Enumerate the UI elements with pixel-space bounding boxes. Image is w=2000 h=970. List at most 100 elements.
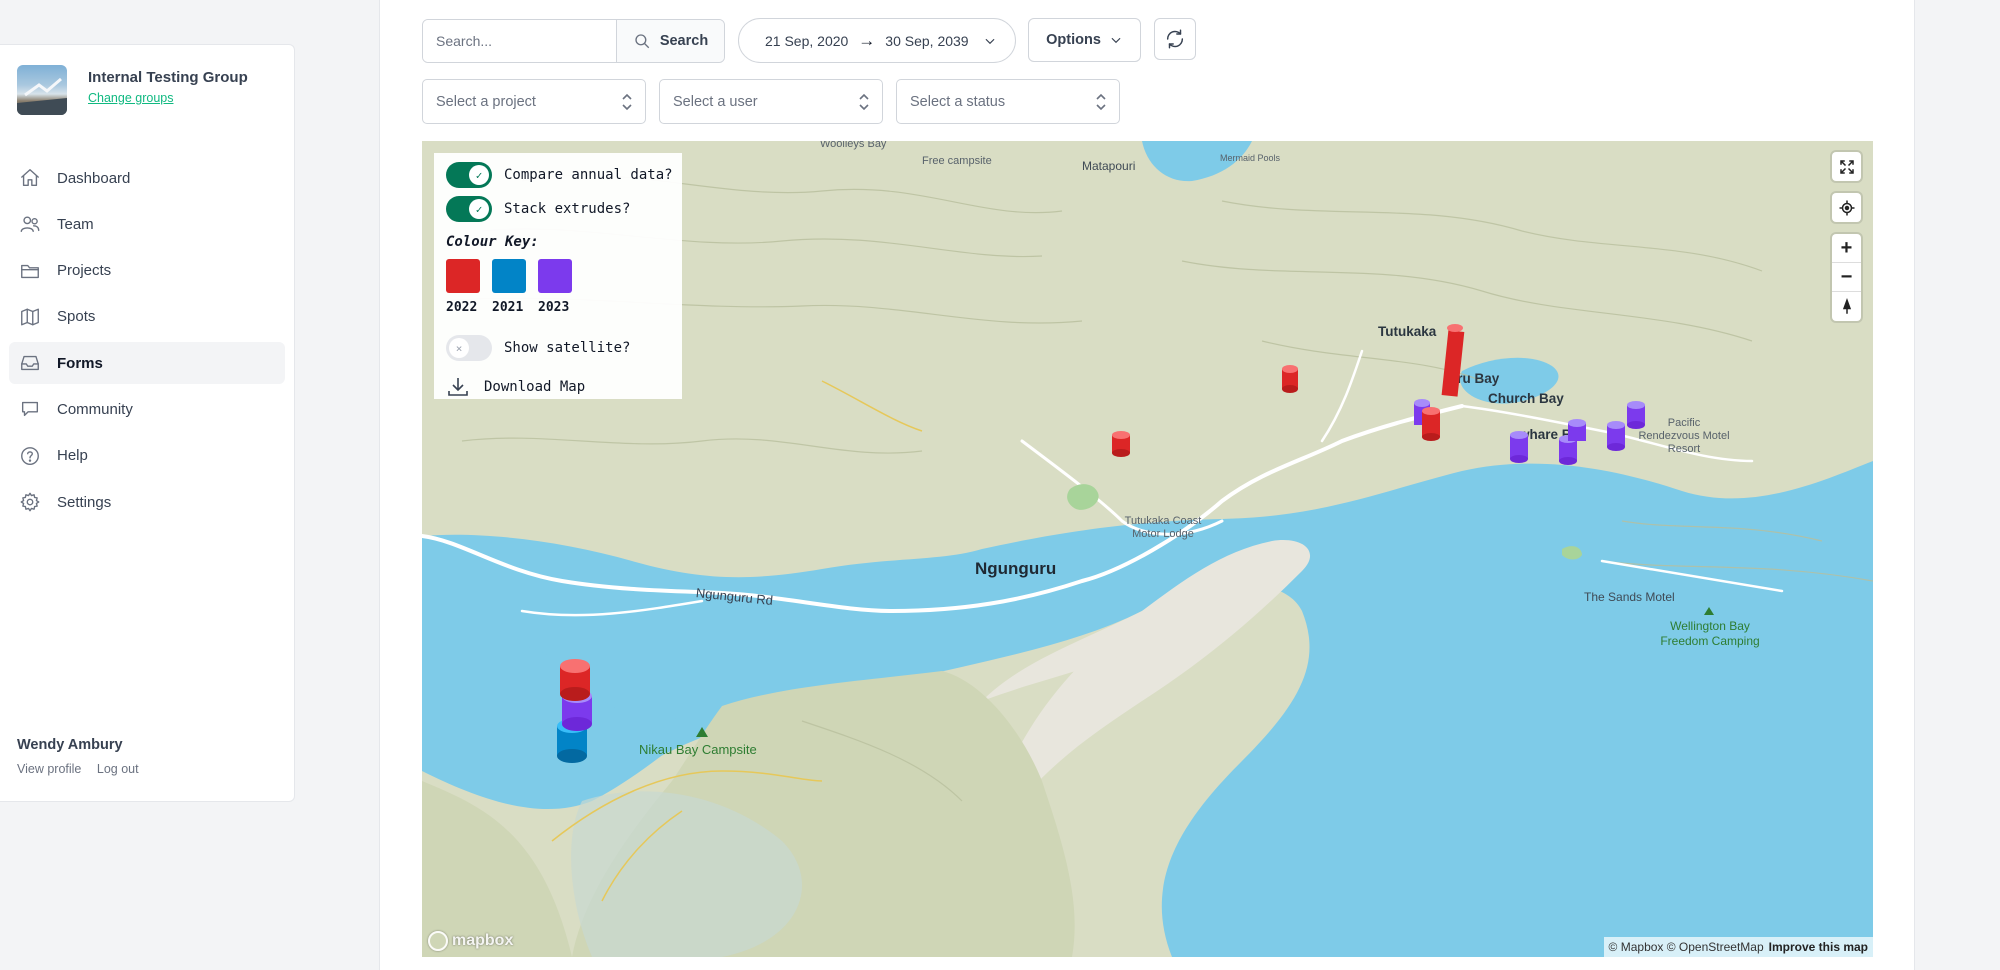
map-label-coast-lodge: Tutukaka Coast Motor Lodge xyxy=(1124,515,1202,540)
status-select-placeholder: Select a status xyxy=(910,93,1006,110)
stack-label: Stack extrudes? xyxy=(504,201,631,217)
map-label-free-campsite: Free campsite xyxy=(922,155,992,167)
minus-icon: − xyxy=(1840,265,1853,288)
improve-map-link[interactable]: Improve this map xyxy=(1769,940,1868,954)
map-icon xyxy=(19,306,41,328)
logout-link[interactable]: Log out xyxy=(97,762,139,776)
date-from: 21 Sep, 2020 xyxy=(765,32,849,49)
options-label: Options xyxy=(1046,32,1101,48)
colour-key-year: 2022 xyxy=(446,300,478,315)
date-to: 30 Sep, 2039 xyxy=(885,32,969,49)
change-groups-link[interactable]: Change groups xyxy=(88,91,173,105)
sidebar-item-community[interactable]: Community xyxy=(9,388,285,430)
user-name: Wendy Ambury xyxy=(17,737,123,753)
user-links: View profile Log out xyxy=(17,762,151,776)
status-select[interactable]: Select a status xyxy=(896,79,1120,124)
fullscreen-button[interactable] xyxy=(1832,152,1861,181)
sidebar-item-dashboard[interactable]: Dashboard xyxy=(9,157,285,199)
home-icon xyxy=(19,167,41,189)
help-icon xyxy=(19,445,41,467)
colour-key-year: 2023 xyxy=(538,300,570,315)
users-icon xyxy=(19,213,41,235)
compare-toggle-row[interactable]: ✓ Compare annual data? xyxy=(446,162,673,188)
colour-swatch-2022 xyxy=(446,259,480,293)
chevron-down-icon xyxy=(1111,37,1121,44)
group-avatar xyxy=(17,65,67,115)
attribution-text[interactable]: © Mapbox © OpenStreetMap xyxy=(1609,940,1764,954)
mapbox-logo-icon xyxy=(428,931,448,951)
colour-key-title: Colour Key: xyxy=(446,234,539,250)
map-label-woolleys: Woolleys Bay xyxy=(820,141,887,150)
download-map-button[interactable]: Download Map xyxy=(446,375,585,399)
view-profile-link[interactable]: View profile xyxy=(17,762,81,776)
sidebar-item-label: Dashboard xyxy=(57,169,131,187)
colour-swatch-2023 xyxy=(538,259,572,293)
group-name: Internal Testing Group xyxy=(88,69,248,86)
compare-label: Compare annual data? xyxy=(504,167,673,183)
map-control-panel: ✓ Compare annual data? ✓ Stack extrudes?… xyxy=(434,153,682,399)
user-select[interactable]: Select a user xyxy=(659,79,883,124)
project-select-placeholder: Select a project xyxy=(436,93,536,110)
map-label-mermaid: Mermaid Pools xyxy=(1220,153,1281,163)
fullscreen-control xyxy=(1832,152,1861,181)
selector-icon xyxy=(622,93,632,111)
selector-icon xyxy=(859,93,869,111)
search-group: Search xyxy=(422,19,725,63)
sidebar-item-forms[interactable]: Forms xyxy=(9,342,285,385)
sidebar-item-label: Community xyxy=(57,400,133,418)
project-select[interactable]: Select a project xyxy=(422,79,646,124)
download-label: Download Map xyxy=(484,379,586,395)
map-label-matapouri: Matapouri xyxy=(1082,159,1136,173)
main-panel: Search 21 Sep, 2020 → 30 Sep, 2039 Optio… xyxy=(379,0,1915,970)
user-select-placeholder: Select a user xyxy=(673,93,758,110)
x-icon: × xyxy=(449,338,469,358)
chevron-down-icon xyxy=(985,38,995,44)
refresh-button[interactable] xyxy=(1154,18,1196,60)
compass-button[interactable] xyxy=(1832,292,1861,321)
search-button[interactable]: Search xyxy=(617,20,724,62)
zoom-control: + − xyxy=(1832,234,1861,321)
check-icon: ✓ xyxy=(469,199,489,219)
zoom-out-button[interactable]: − xyxy=(1832,263,1861,292)
sidebar-item-projects[interactable]: Projects xyxy=(9,250,285,292)
refresh-icon xyxy=(1166,29,1184,49)
sidebar-item-help[interactable]: Help xyxy=(9,435,285,477)
search-button-label: Search xyxy=(659,33,709,49)
sidebar-item-settings[interactable]: Settings xyxy=(9,481,285,523)
compass-icon xyxy=(1842,297,1851,314)
map-label-pacific: Pacific Rendezvous Motel Resort xyxy=(1638,417,1730,455)
stack-toggle[interactable]: ✓ xyxy=(446,196,492,222)
colour-key-year: 2021 xyxy=(492,300,524,315)
compare-toggle[interactable]: ✓ xyxy=(446,162,492,188)
map-attribution: © Mapbox © OpenStreetMap Improve this map xyxy=(1603,937,1873,957)
search-input[interactable] xyxy=(423,20,617,62)
stack-toggle-row[interactable]: ✓ Stack extrudes? xyxy=(446,196,630,222)
map-view[interactable]: Woolleys Bay Free campsite Matapouri Mer… xyxy=(422,141,1873,957)
colour-swatch-2021 xyxy=(492,259,526,293)
geolocate-control xyxy=(1832,193,1861,222)
date-range-picker[interactable]: 21 Sep, 2020 → 30 Sep, 2039 xyxy=(738,18,1016,63)
satellite-toggle-row[interactable]: × Show satellite? xyxy=(446,335,630,361)
mapbox-logo[interactable]: mapbox xyxy=(428,931,513,951)
sidebar-item-label: Forms xyxy=(57,354,103,372)
map-label-church-bay: Church Bay xyxy=(1488,391,1564,406)
check-icon: ✓ xyxy=(469,165,489,185)
options-button[interactable]: Options xyxy=(1028,18,1141,62)
group-header: Internal Testing Group Change groups xyxy=(17,65,287,115)
zoom-in-button[interactable]: + xyxy=(1832,234,1861,263)
arrow-right-icon: → xyxy=(858,30,876,50)
map-label-tutukaka: Tutukaka xyxy=(1378,324,1437,339)
satellite-label: Show satellite? xyxy=(504,340,631,356)
sidebar-item-label: Settings xyxy=(57,493,112,511)
selector-icon xyxy=(1096,93,1106,111)
map-label-wellington-bay: Wellington Bay Freedom Camping xyxy=(1660,619,1760,648)
gear-icon xyxy=(19,491,41,513)
sidebar-nav: Dashboard Team Projects Spots Forms Comm… xyxy=(9,157,285,527)
sidebar-item-spots[interactable]: Spots xyxy=(9,296,285,338)
user-block: Wendy Ambury View profile Log out xyxy=(17,737,151,776)
geolocate-button[interactable] xyxy=(1832,193,1861,222)
plus-icon: + xyxy=(1840,236,1853,259)
fullscreen-icon xyxy=(1839,159,1854,174)
satellite-toggle[interactable]: × xyxy=(446,335,492,361)
sidebar-item-team[interactable]: Team xyxy=(9,203,285,245)
